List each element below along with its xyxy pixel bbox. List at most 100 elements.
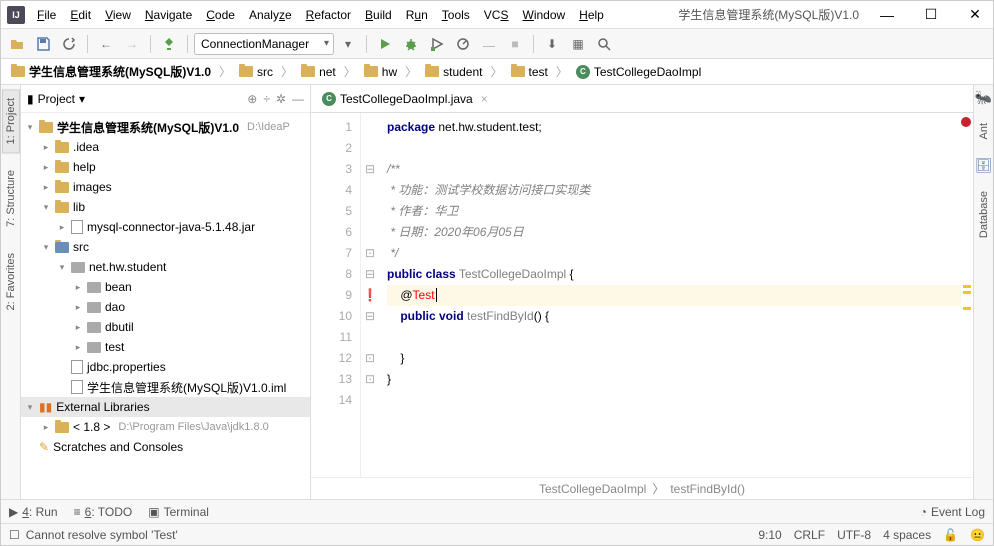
attach-icon[interactable]: ⎼ [477,32,501,56]
tree-dao[interactable]: ▸dao [21,297,310,317]
run-config-dropdown[interactable]: ConnectionManager [194,33,334,55]
error-indicator-icon[interactable] [961,117,971,127]
save-icon[interactable] [31,32,55,56]
coverage-icon[interactable] [425,32,449,56]
project-panel: ▮ Project ▾ ⊕ ÷ ✲ ― ▾学生信息管理系统(MySQL版)V1.… [21,85,311,499]
menu-view[interactable]: View [99,4,137,26]
class-icon: C [322,92,336,106]
crumb-net[interactable]: net [297,63,340,81]
bottom-toolbar: ▶ 4: Run ≡ 6: TODO ▣ Terminal ◔ Event Lo… [1,499,993,523]
readonly-icon[interactable]: 🔓 [943,528,958,542]
minimize-button[interactable]: ― [869,1,905,29]
tree-test[interactable]: ▸test [21,337,310,357]
tree-iml[interactable]: 学生信息管理系统(MySQL版)V1.0.iml [21,377,310,397]
status-icon[interactable]: ☐ [9,528,20,542]
menu-run[interactable]: Run [400,4,434,26]
menu-code[interactable]: Code [200,4,241,26]
event-log[interactable]: ◔ Event Log [920,505,985,519]
editor-tab-testcollege[interactable]: C TestCollegeDaoImpl.java × [315,87,495,111]
breadcrumb-class[interactable]: TestCollegeDaoImpl [539,482,646,496]
tree-pkg[interactable]: ▾net.hw.student [21,257,310,277]
crumb-src[interactable]: src [235,63,277,81]
tree-dbutil[interactable]: ▸dbutil [21,317,310,337]
tree-idea[interactable]: ▸.idea [21,137,310,157]
menu-refactor[interactable]: Refactor [300,4,357,26]
maximize-button[interactable]: ☐ [913,1,949,29]
menu-file[interactable]: File [31,4,62,26]
tree-scratches[interactable]: ✎Scratches and Consoles [21,437,310,457]
forward-icon[interactable]: → [120,32,144,56]
tree-jar[interactable]: ▸mysql-connector-java-5.1.48.jar [21,217,310,237]
caret-position[interactable]: 9:10 [758,528,781,542]
breadcrumb-method[interactable]: testFindById() [670,482,745,496]
menu-edit[interactable]: Edit [64,4,97,26]
folder-icon [425,66,439,77]
stop-icon[interactable]: ■ [503,32,527,56]
status-bar: ☐ Cannot resolve symbol 'Test' 9:10 CRLF… [1,523,993,545]
crumb-hw[interactable]: hw [360,63,401,81]
warning-mark[interactable] [963,285,971,288]
menu-analyze[interactable]: Analyze [243,4,298,26]
status-message: Cannot resolve symbol 'Test' [26,528,178,542]
debug-icon[interactable] [399,32,423,56]
crumb-student[interactable]: student [421,63,486,81]
tab-terminal[interactable]: ▣ Terminal [148,505,209,519]
menubar: File Edit View Navigate Code Analyze Ref… [31,4,668,26]
encoding[interactable]: UTF-8 [837,528,871,542]
tab-project[interactable]: 1: Project [2,89,20,153]
close-tab-icon[interactable]: × [481,92,488,106]
menu-vcs[interactable]: VCS [478,4,515,26]
tab-structure[interactable]: 7: Structure [2,161,20,236]
crumb-class[interactable]: CTestCollegeDaoImpl [572,63,705,81]
warning-mark[interactable] [963,307,971,310]
tab-database[interactable]: Database [975,182,993,247]
expand-icon[interactable]: ⊕ [247,92,257,106]
tree-help[interactable]: ▸help [21,157,310,177]
tree-lib[interactable]: ▾lib [21,197,310,217]
tab-run[interactable]: ▶ 4: Run [9,505,58,519]
search-icon[interactable] [592,32,616,56]
tree-jdk[interactable]: ▸< 1.8 >D:\Program Files\Java\jdk1.8.0 [21,417,310,437]
run-icon[interactable] [373,32,397,56]
crumb-root[interactable]: 学生信息管理系统(MySQL版)V1.0 [7,61,215,82]
tree-src[interactable]: ▾src [21,237,310,257]
main-toolbar: ← → ConnectionManager ▾ ⎼ ■ ⬇ ▦ [1,29,993,59]
folder-icon [239,66,253,77]
line-separator[interactable]: CRLF [794,528,825,542]
menu-build[interactable]: Build [359,4,398,26]
dropdown-arrow[interactable]: ▾ [336,32,360,56]
menu-tools[interactable]: Tools [436,4,476,26]
profile-icon[interactable] [451,32,475,56]
indent[interactable]: 4 spaces [883,528,931,542]
hide-icon[interactable]: ― [292,92,304,106]
tree-root[interactable]: ▾学生信息管理系统(MySQL版)V1.0D:\IdeaP [21,117,310,137]
tree-props[interactable]: jdbc.properties [21,357,310,377]
vcs-update-icon[interactable]: ⬇ [540,32,564,56]
gear-icon[interactable]: ✲ [276,92,286,106]
menu-help[interactable]: Help [573,4,610,26]
refresh-icon[interactable] [57,32,81,56]
build-icon[interactable] [157,32,181,56]
ide-icon[interactable]: ▦ [566,32,590,56]
tab-todo[interactable]: ≡ 6: TODO [74,505,133,519]
menu-window[interactable]: Window [516,4,571,26]
editor-breadcrumb: TestCollegeDaoImpl 〉 testFindById() [311,477,973,499]
tree-external-libs[interactable]: ▾▮▮External Libraries [21,397,310,417]
tab-ant[interactable]: Ant [975,114,993,149]
tab-favorites[interactable]: 2: Favorites [2,244,20,319]
inspector-icon[interactable]: 😐 [970,528,985,542]
collapse-icon[interactable]: ÷ [263,92,270,106]
back-icon[interactable]: ← [94,32,118,56]
close-button[interactable]: ✕ [957,1,993,29]
tree-images[interactable]: ▸images [21,177,310,197]
code-area[interactable]: package net.hw.student.test; /** * 功能：测试… [379,113,961,477]
editor-body[interactable]: 1234567891011121314 ⊟ ⊡⊟❗⊟ ⊡⊡ package ne… [311,113,973,477]
ant-icon[interactable]: 🐜 [975,89,992,106]
open-icon[interactable] [5,32,29,56]
menu-navigate[interactable]: Navigate [139,4,198,26]
warning-mark[interactable] [963,291,971,294]
crumb-test[interactable]: test [507,63,552,81]
database-icon[interactable]: 🗄 [975,157,993,174]
tree-bean[interactable]: ▸bean [21,277,310,297]
panel-title[interactable]: ▮ Project ▾ [27,92,243,106]
